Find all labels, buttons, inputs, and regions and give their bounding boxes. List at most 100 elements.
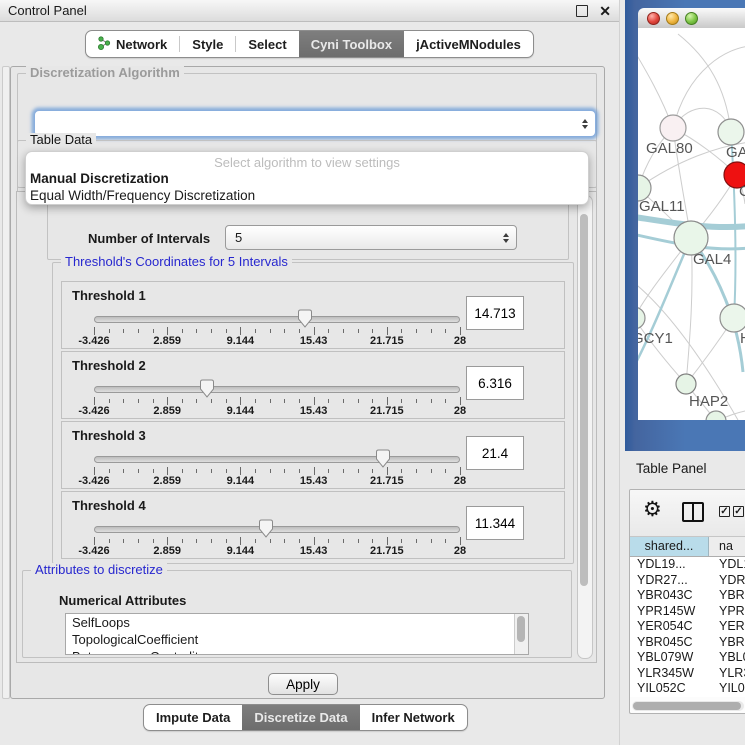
table-panel-toolbar: ⚙ ✓ ✓ xyxy=(630,490,745,537)
close-traffic-light-icon[interactable] xyxy=(647,12,660,25)
table-cell[interactable]: YDL1 xyxy=(709,557,745,573)
panel-scrollbar-thumb[interactable] xyxy=(580,214,588,586)
table-cell[interactable]: YER054C xyxy=(630,619,709,635)
tab-cyni-toolbox[interactable]: Cyni Toolbox xyxy=(299,31,404,57)
float-window-icon[interactable] xyxy=(576,5,588,17)
slider-track[interactable] xyxy=(94,526,460,533)
table-cell[interactable]: YBR045C xyxy=(630,635,709,651)
network-node-gal4[interactable] xyxy=(674,221,708,255)
slider-track[interactable] xyxy=(94,456,460,463)
table-cell[interactable]: YDR27... xyxy=(630,573,709,589)
table-cell[interactable]: YBR043C xyxy=(630,588,709,604)
gear-icon[interactable]: ⚙ xyxy=(643,499,662,520)
slider-thumb[interactable] xyxy=(199,379,216,398)
table-cell[interactable]: YBL0 xyxy=(709,650,745,666)
dropdown-option-manual[interactable]: Manual Discretization xyxy=(26,170,588,187)
tick-label: 2.859 xyxy=(153,545,181,557)
slider-thumb[interactable] xyxy=(258,519,275,538)
attribute-list-item[interactable]: TopologicalCoefficient xyxy=(66,631,528,648)
tick-mark xyxy=(372,469,373,473)
tab-jactivemnodules[interactable]: jActiveMNodules xyxy=(404,31,533,57)
column-header-shared-name[interactable]: shared... xyxy=(630,537,709,556)
tick-mark xyxy=(153,399,154,403)
slider-ticks xyxy=(94,397,460,405)
table-row[interactable]: YDR27...YDR2 xyxy=(630,573,745,589)
table-row[interactable]: YDL19...YDL1 xyxy=(630,557,745,573)
threshold-2-slider[interactable]: -3.4262.8599.14415.4321.71528 xyxy=(94,352,460,418)
network-node-gcy1[interactable] xyxy=(638,307,645,329)
threshold-4-value-field[interactable] xyxy=(466,506,524,540)
table-cell[interactable]: YIL0 xyxy=(709,681,745,697)
table-cell[interactable]: YBR0 xyxy=(709,588,745,604)
panel-title: Control Panel xyxy=(8,3,87,18)
tab-impute-data[interactable]: Impute Data xyxy=(144,705,242,730)
tick-label: 15.43 xyxy=(300,335,328,347)
threshold-3-slider[interactable]: -3.4262.8599.14415.4321.71528 xyxy=(94,422,460,488)
table-cell[interactable]: YIL052C xyxy=(630,681,709,697)
network-node-top-right[interactable] xyxy=(718,119,744,145)
threshold-2-value-field[interactable] xyxy=(466,366,524,400)
close-icon[interactable]: ✕ xyxy=(599,4,611,18)
tab-select[interactable]: Select xyxy=(236,31,298,57)
table-horizontal-scrollbar-thumb[interactable] xyxy=(633,702,741,710)
panel-scrollbar[interactable] xyxy=(577,195,593,659)
table-row[interactable]: YLR345WYLR3 xyxy=(630,666,745,682)
network-window-titlebar[interactable] xyxy=(638,8,745,29)
tab-network[interactable]: Network xyxy=(86,31,179,57)
tick-label: -3.426 xyxy=(78,335,109,347)
list-scrollbar[interactable] xyxy=(514,614,528,654)
algorithm-combobox[interactable] xyxy=(34,110,596,137)
numerical-attributes-list[interactable]: SelfLoopsTopologicalCoefficientBetweenne… xyxy=(65,613,529,655)
attribute-list-item[interactable]: SelfLoops xyxy=(66,614,528,631)
network-canvas[interactable]: GAL80GACGAL11GAL4GCY1HHAP2 xyxy=(638,28,745,420)
tick-mark xyxy=(138,539,139,543)
zoom-traffic-light-icon[interactable] xyxy=(685,12,698,25)
table-row[interactable]: YIL052CYIL0 xyxy=(630,681,745,697)
threshold-3-value-field[interactable] xyxy=(466,436,524,470)
threshold-1-value-field[interactable] xyxy=(466,296,524,330)
number-of-intervals-combobox[interactable]: 5 xyxy=(225,225,517,250)
threshold-1-slider[interactable]: -3.4262.8599.14415.4321.71528 xyxy=(94,282,460,348)
tab-discretize-data[interactable]: Discretize Data xyxy=(242,705,359,730)
table-cell[interactable]: YBR0 xyxy=(709,635,745,651)
table-row[interactable]: YBR043CYBR0 xyxy=(630,588,745,604)
tick-mark xyxy=(182,399,183,403)
tab-infer-network[interactable]: Infer Network xyxy=(360,705,467,730)
network-node-hap2[interactable] xyxy=(676,374,696,394)
slider-thumb[interactable] xyxy=(375,449,392,468)
slider-track[interactable] xyxy=(94,386,460,393)
group-title: Discretization Algorithm xyxy=(26,66,184,80)
table-row[interactable]: YER054CYER0 xyxy=(630,619,745,635)
table-cell[interactable]: YPR1 xyxy=(709,604,745,620)
tick-mark xyxy=(431,399,432,403)
table-cell[interactable]: YDL19... xyxy=(630,557,709,573)
table-cell[interactable]: YLR345W xyxy=(630,666,709,682)
table-row[interactable]: YBL079WYBL0 xyxy=(630,650,745,666)
slider-thumb[interactable] xyxy=(297,309,314,328)
network-node-right-mid[interactable] xyxy=(720,304,745,332)
checkbox-checked-icon[interactable]: ✓ xyxy=(719,506,730,517)
apply-button[interactable]: Apply xyxy=(268,673,338,695)
attribute-list-item[interactable]: BetweennessCentrality xyxy=(66,648,528,655)
checkbox-checked-icon[interactable]: ✓ xyxy=(733,506,744,517)
panel-divider-strip[interactable] xyxy=(2,66,10,699)
table-cell[interactable]: YDR2 xyxy=(709,573,745,589)
split-columns-icon[interactable] xyxy=(682,502,704,522)
table-cell[interactable]: YPR145W xyxy=(630,604,709,620)
network-node-gal80[interactable] xyxy=(660,115,686,141)
table-horizontal-scrollbar[interactable] xyxy=(632,701,744,711)
tab-label: Cyni Toolbox xyxy=(311,37,392,52)
settings-scroll-panel: Interval Definition Number of Intervals … xyxy=(16,191,597,663)
column-header-name[interactable]: na xyxy=(709,537,745,556)
table-row[interactable]: YBR045CYBR0 xyxy=(630,635,745,651)
tab-style[interactable]: Style xyxy=(180,31,235,57)
table-row[interactable]: YPR145WYPR1 xyxy=(630,604,745,620)
minimize-traffic-light-icon[interactable] xyxy=(666,12,679,25)
slider-track[interactable] xyxy=(94,316,460,323)
table-cell[interactable]: YLR3 xyxy=(709,666,745,682)
table-cell[interactable]: YBL079W xyxy=(630,650,709,666)
table-cell[interactable]: YER0 xyxy=(709,619,745,635)
tick-mark xyxy=(460,467,461,475)
dropdown-option-equal-width[interactable]: Equal Width/Frequency Discretization xyxy=(26,187,588,204)
threshold-4-slider[interactable]: -3.4262.8599.14415.4321.71528 xyxy=(94,492,460,558)
